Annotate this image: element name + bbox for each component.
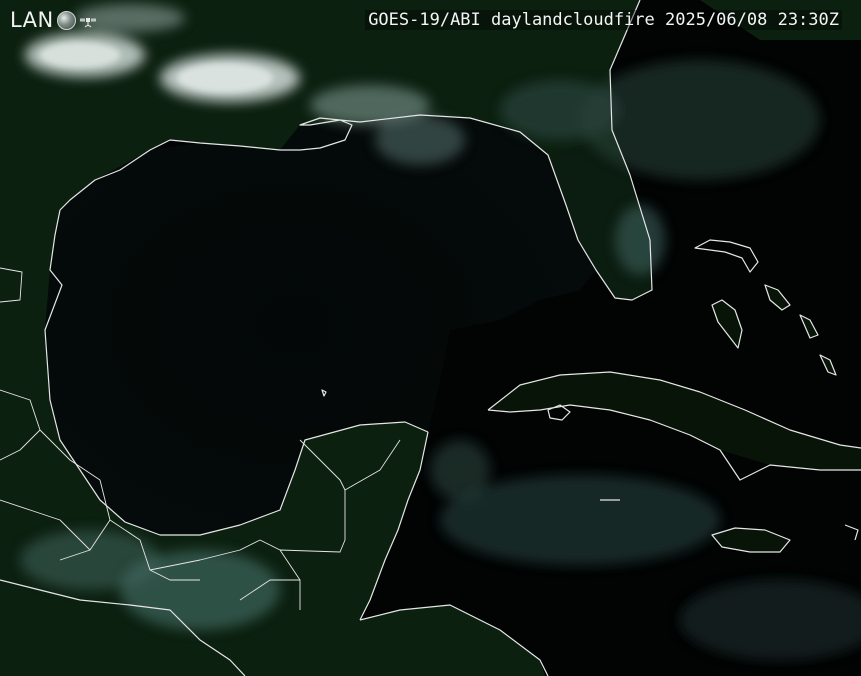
globe-icon (56, 10, 76, 30)
image-title: GOES-19/ABI daylandcloudfire 2025/06/08 … (365, 10, 842, 30)
logo-text: LAN (10, 8, 54, 32)
satellite-map (0, 0, 861, 676)
satellite-image-viewer: LAN GOES-19/ABI daylandcloudfire 2025/06… (0, 0, 861, 676)
satellite-icon (79, 18, 96, 28)
logo: LAN (10, 8, 97, 32)
